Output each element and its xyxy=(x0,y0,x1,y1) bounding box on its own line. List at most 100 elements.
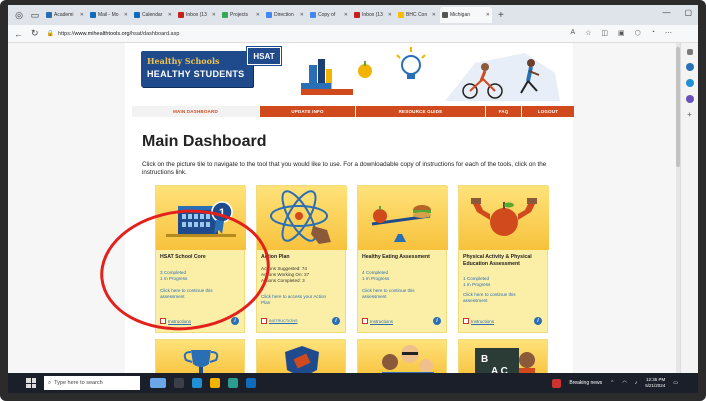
shield-icon xyxy=(285,346,319,373)
collections-icon[interactable]: ▣ xyxy=(618,29,625,37)
task-view-icon[interactable] xyxy=(174,378,184,388)
favorite-star-icon[interactable]: ☆ xyxy=(585,29,591,37)
copilot-icon[interactable] xyxy=(685,63,694,71)
tile-title: Physical Activity & Physical Education A… xyxy=(463,254,532,267)
url-field[interactable]: https://www.mihealthtools.org/hsat/dashb… xyxy=(58,31,179,37)
news-icon xyxy=(552,378,562,388)
info-icon[interactable]: i xyxy=(534,317,542,325)
lock-icon: 🔒 xyxy=(46,31,55,37)
tab-directions[interactable]: Direction ✕ xyxy=(264,7,306,23)
tab-inbox-1[interactable]: Inbox (13 ✕ xyxy=(176,7,218,23)
edge-taskbar-icon[interactable] xyxy=(192,378,202,388)
tab-strip: ◎ ▭ Academi ✕ Mail - Mo ✕ Calendar ✕ Inbox … xyxy=(8,5,698,25)
instructions-link[interactable]: INSTRUCTIONS xyxy=(261,318,297,324)
instructions-link[interactable]: Instructions xyxy=(362,318,393,324)
volume-icon[interactable]: ♪ xyxy=(635,380,638,386)
nav-update-info[interactable]: UPDATE INFO xyxy=(260,106,356,117)
new-tab-icon[interactable]: + xyxy=(498,10,504,21)
strong-apple-icon xyxy=(471,198,537,236)
tile-people[interactable] xyxy=(357,339,447,373)
office-icon[interactable] xyxy=(685,95,694,103)
close-icon[interactable]: ✕ xyxy=(256,12,260,18)
profile-icon[interactable]: ◔ xyxy=(651,29,655,37)
tab-label: Copy of xyxy=(318,12,336,18)
close-icon[interactable]: ✕ xyxy=(388,12,392,18)
network-icon[interactable]: ◠ xyxy=(622,380,626,386)
read-aloud-icon[interactable]: A xyxy=(570,29,575,37)
healthy-schools-logo[interactable]: Healthy Schools HEALTHY STUDENTS xyxy=(141,51,253,87)
edge-sidebar: + xyxy=(680,43,698,373)
tab-label: Michigan xyxy=(450,12,471,18)
tab-bhc[interactable]: BHC Con ✕ xyxy=(396,7,438,23)
notification-icon[interactable]: ▭ xyxy=(673,380,678,386)
chevron-up-icon[interactable]: ⌃ xyxy=(610,380,614,386)
clock[interactable]: 12:35 PM 5/21/2024 xyxy=(645,377,665,389)
tab-label: Projects xyxy=(230,12,249,18)
restore-icon[interactable]: ▢ xyxy=(684,8,692,17)
tile-continue-link[interactable]: Click here to continue this assessment xyxy=(463,292,533,304)
close-icon[interactable]: ✕ xyxy=(168,12,172,18)
workspaces-icon[interactable]: ▭ xyxy=(28,8,42,22)
tile-status-in-progress[interactable]: 1 In Progress xyxy=(463,282,490,288)
tile-continue-link[interactable]: Click here to continue this assessment xyxy=(362,288,432,300)
tile-healthy-eating[interactable]: Healthy Eating Assessment 4 Completed 1 … xyxy=(357,185,448,333)
tile-status-in-progress[interactable]: 1 In Progress xyxy=(362,276,389,282)
close-icon[interactable]: ✕ xyxy=(124,12,128,18)
tile-teacher[interactable]: B A C xyxy=(458,339,548,373)
store-icon[interactable] xyxy=(228,378,238,388)
tab-academic[interactable]: Academi ✕ xyxy=(44,7,86,23)
close-icon[interactable]: ✕ xyxy=(432,12,436,18)
pdf-icon xyxy=(362,318,368,324)
close-icon[interactable]: ✕ xyxy=(300,12,304,18)
tile-image[interactable] xyxy=(459,186,549,250)
news-ticker[interactable]: Breaking news xyxy=(569,380,602,386)
tile-shield[interactable] xyxy=(256,339,346,373)
refresh-icon[interactable]: ↻ xyxy=(31,28,39,39)
split-screen-icon[interactable]: ◫ xyxy=(601,29,608,37)
url-prefix: https:// xyxy=(58,30,75,37)
nav-resource-guide[interactable]: RESOURCE GUIDE xyxy=(356,106,486,117)
instructions-link[interactable]: Instructions xyxy=(463,318,494,324)
close-icon[interactable]: ✕ xyxy=(80,12,84,18)
nav-logout[interactable]: LOGOUT xyxy=(522,106,574,117)
extensions-icon[interactable]: ⬡ xyxy=(635,29,641,37)
close-icon[interactable]: ✕ xyxy=(344,12,348,18)
minimize-icon[interactable]: — xyxy=(662,8,670,17)
tile-image[interactable] xyxy=(358,186,448,250)
more-icon[interactable]: ⋯ xyxy=(665,29,672,37)
close-icon[interactable]: ✕ xyxy=(212,12,216,18)
tile-title: Healthy Eating Assessment xyxy=(362,254,430,260)
taskbar: ⌕ Type here to search Breaking news ⌃ ◠ … xyxy=(8,373,698,393)
widgets-icon[interactable] xyxy=(150,378,166,388)
tile-physical-activity[interactable]: Physical Activity & Physical Education A… xyxy=(458,185,549,333)
add-icon[interactable]: + xyxy=(686,111,694,119)
tab-projects[interactable]: Projects ✕ xyxy=(220,7,262,23)
info-icon[interactable]: i xyxy=(332,317,340,325)
windows-start-icon[interactable] xyxy=(26,378,36,388)
info-icon[interactable]: i xyxy=(433,317,441,325)
info-icon[interactable]: i xyxy=(231,317,239,325)
tile-action-plan[interactable]: Action Plan Actions Suggested: 74 Action… xyxy=(256,185,347,333)
outlook-icon[interactable] xyxy=(685,79,694,87)
tile-image[interactable] xyxy=(257,186,347,250)
browser-profile-icon[interactable]: ◎ xyxy=(12,8,26,22)
nav-main-dashboard[interactable]: MAIN DASHBOARD xyxy=(132,106,260,117)
michigan-map-shape xyxy=(445,53,560,101)
tile-access-link[interactable]: Click here to access your Action Plan xyxy=(261,294,331,306)
search-icon[interactable] xyxy=(686,49,693,55)
close-icon[interactable]: ✕ xyxy=(486,12,490,18)
nav-faq[interactable]: FAQ xyxy=(486,106,522,117)
tab-michigan[interactable]: Michigan ✕ xyxy=(440,7,492,23)
svg-text:A C: A C xyxy=(491,366,508,373)
tab-copy-of[interactable]: Copy of ✕ xyxy=(308,7,350,23)
back-icon[interactable]: ← xyxy=(14,29,23,39)
tab-calendar[interactable]: Calendar ✕ xyxy=(132,7,174,23)
nav-label: LOGOUT xyxy=(537,109,559,114)
tab-inbox-2[interactable]: Inbox (13 ✕ xyxy=(352,7,394,23)
mail-taskbar-icon[interactable] xyxy=(246,378,256,388)
tab-mail[interactable]: Mail - Mo ✕ xyxy=(88,7,130,23)
taskbar-search-input[interactable]: ⌕ Type here to search xyxy=(44,376,140,390)
pdf-icon xyxy=(463,318,469,324)
tile-trophy[interactable] xyxy=(155,339,245,373)
file-explorer-icon[interactable] xyxy=(210,378,220,388)
